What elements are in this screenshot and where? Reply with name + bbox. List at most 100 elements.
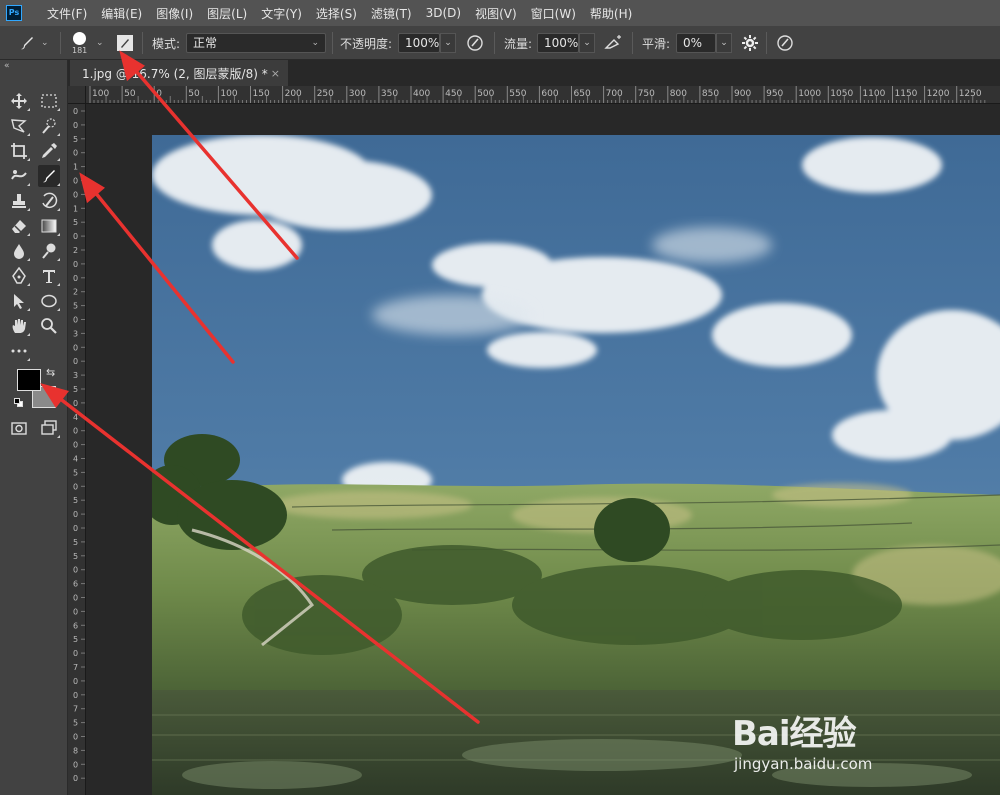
type-tool[interactable]: [38, 265, 60, 287]
ruler-label: 0: [73, 760, 78, 769]
brush-size-picker[interactable]: 181: [72, 26, 87, 60]
ruler-label: 0: [73, 399, 78, 408]
healing-tool[interactable]: [8, 165, 30, 187]
history-brush-icon: [42, 192, 58, 209]
ruler-label: 5: [73, 385, 78, 394]
ruler-label: 0: [73, 427, 78, 436]
ruler-label: 550: [509, 89, 526, 99]
ruler-label: 1000: [798, 89, 821, 99]
menu-select[interactable]: 选择(S): [309, 5, 364, 22]
smoothing-label: 平滑:: [642, 36, 671, 51]
ruler-label: 4: [73, 413, 78, 422]
flow-dropdown[interactable]: ⌄: [579, 33, 595, 53]
menu-image[interactable]: 图像(I): [149, 5, 200, 22]
watermark-url: jingyan.baidu.com: [734, 755, 873, 773]
screen-mode-icon: [41, 420, 57, 435]
ruler-origin[interactable]: [68, 86, 86, 104]
document-tab[interactable]: 1.jpg @ 16.7% (2, 图层蒙版/8) * ×: [70, 60, 288, 86]
dodge-tool[interactable]: [38, 240, 60, 262]
pressure-size-toggle[interactable]: [776, 26, 794, 60]
ruler-label: 5: [73, 218, 78, 227]
tool-preset-picker[interactable]: ⌄: [18, 26, 49, 60]
ruler-label: 0: [156, 89, 162, 99]
eyedropper-tool[interactable]: [38, 140, 60, 162]
ruler-label: 0: [73, 594, 78, 603]
zoom-icon: [41, 318, 57, 334]
ruler-label: 0: [73, 733, 78, 742]
horizontal-ruler[interactable]: 100 50 0 50 100 150 200 250 300 350 400 450 500 550 60…: [86, 86, 1000, 104]
flow-input[interactable]: 100%: [537, 33, 579, 53]
smoothing-options-button[interactable]: [741, 26, 759, 60]
baidu-jingyan-watermark: Bai经验 jingyan.baidu.com: [732, 706, 942, 773]
horizontal-ruler-ticks: 100 50 0 50 100 150 200 250 300 350 400 450 500 550 60…: [89, 86, 986, 103]
ruler-label: 250: [317, 89, 334, 99]
ruler-label: 7: [73, 663, 78, 672]
menu-window[interactable]: 窗口(W): [524, 5, 583, 22]
ruler-label: 5: [73, 719, 78, 728]
ruler-label: 5: [73, 538, 78, 547]
pressure-opacity-toggle[interactable]: [466, 26, 484, 60]
eraser-tool[interactable]: [8, 215, 30, 237]
document-image[interactable]: [152, 135, 1000, 795]
edit-toolbar-button[interactable]: [8, 340, 30, 362]
opacity-dropdown[interactable]: ⌄: [440, 33, 456, 53]
ruler-label: 300: [349, 89, 366, 99]
menu-type[interactable]: 文字(Y): [254, 5, 309, 22]
canvas-area[interactable]: Bai经验 jingyan.baidu.com: [86, 104, 1000, 795]
ruler-label: 0: [73, 482, 78, 491]
path-select-tool[interactable]: [8, 290, 30, 312]
blend-mode-select[interactable]: 正常 ⌄: [186, 33, 326, 53]
ruler-label: 3: [73, 329, 78, 338]
brush-size-value: 181: [72, 45, 88, 55]
ruler-label: 600: [541, 89, 558, 99]
smoothing-dropdown[interactable]: ⌄: [716, 33, 732, 53]
stamp-tool[interactable]: [8, 190, 30, 212]
menu-file[interactable]: 文件(F): [40, 5, 94, 22]
swap-colors-icon[interactable]: ⇆: [46, 366, 55, 379]
close-icon[interactable]: ×: [271, 67, 280, 80]
crop-tool[interactable]: [8, 140, 30, 162]
menu-help[interactable]: 帮助(H): [583, 5, 639, 22]
opacity-input[interactable]: 100%: [398, 33, 440, 53]
flow-value: 100%: [544, 36, 579, 50]
hand-icon: [12, 319, 26, 333]
menu-edit[interactable]: 编辑(E): [94, 5, 149, 22]
ruler-label: 100: [220, 89, 237, 99]
brush-tool[interactable]: [38, 165, 60, 187]
opacity-label: 不透明度:: [340, 36, 393, 51]
airbrush-toggle[interactable]: [604, 26, 624, 60]
stamp-icon: [12, 194, 26, 208]
ruler-label: 3: [73, 371, 78, 380]
quick-mask-button[interactable]: [8, 417, 30, 439]
zoom-tool[interactable]: [38, 315, 60, 337]
vertical-ruler[interactable]: 0 0 5 0 1 0 0 1 5 0 2 0 0 2 5 0 3 0 0 3 5 0 4 0 0 4 5 0 5 0 0 5 5 0 6 0 0 6 5 0…: [68, 104, 86, 795]
ruler-label: 0: [73, 260, 78, 269]
smoothing-input[interactable]: 0%: [676, 33, 716, 53]
menu-layer[interactable]: 图层(L): [200, 5, 254, 22]
dodge-icon: [42, 243, 56, 259]
menu-filter[interactable]: 滤镜(T): [364, 5, 419, 22]
quick-select-tool[interactable]: [38, 115, 60, 137]
move-tool[interactable]: [8, 90, 30, 112]
history-brush-tool[interactable]: [38, 190, 60, 212]
ellipse-tool[interactable]: [38, 290, 60, 312]
blur-tool[interactable]: [8, 240, 30, 262]
chevron-down-icon[interactable]: ⌄: [96, 38, 104, 48]
ruler-label: 350: [381, 89, 398, 99]
menu-view[interactable]: 视图(V): [468, 5, 524, 22]
screen-mode-button[interactable]: [38, 417, 60, 439]
ruler-label: 650: [574, 89, 591, 99]
menu-3d[interactable]: 3D(D): [419, 6, 468, 20]
default-colors-icon[interactable]: [14, 398, 24, 408]
brush-settings-panel-toggle[interactable]: [116, 26, 134, 60]
tools-panel: « ⇆: [0, 60, 68, 795]
options-bar: ⌄ 181 ⌄ 模式: 正常 ⌄ 不透明度: 100% ⌄ 流量: 100% ⌄: [0, 26, 1000, 60]
collapse-panel-icon[interactable]: «: [4, 61, 10, 71]
lasso-tool[interactable]: [8, 115, 30, 137]
ruler-label: 1: [73, 204, 78, 213]
gradient-tool[interactable]: [38, 215, 60, 237]
foreground-color-swatch[interactable]: [17, 369, 41, 391]
pen-tool[interactable]: [8, 265, 30, 287]
marquee-tool[interactable]: [38, 90, 60, 112]
hand-tool[interactable]: [8, 315, 30, 337]
